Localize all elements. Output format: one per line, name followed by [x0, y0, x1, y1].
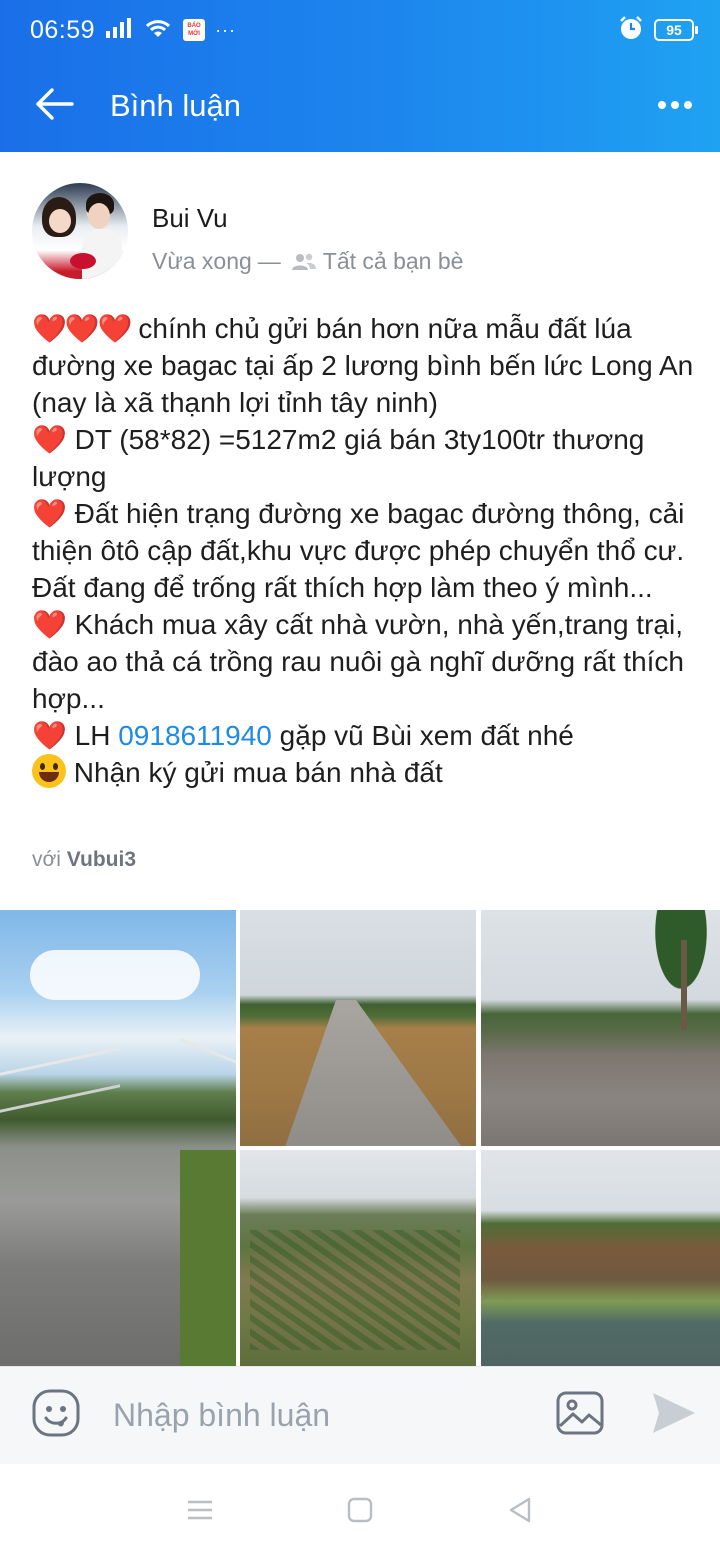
avatar[interactable]: [32, 183, 128, 279]
heart-emoji: ❤️: [32, 609, 67, 640]
photo-gravel-road[interactable]: [240, 910, 476, 1146]
photo-dirt-road-palms[interactable]: [481, 910, 720, 1146]
hearts-emoji: ❤️❤️❤️: [32, 313, 133, 344]
heart-emoji: ❤️: [32, 498, 67, 529]
author-name[interactable]: Bui Vu: [152, 203, 463, 234]
post-text: DT (58*82) =5127m2 giá bán 3ty100tr thươ…: [32, 424, 645, 492]
post-text: Khách mua xây cất nhà vườn, nhà yến,tran…: [32, 609, 684, 714]
back-button[interactable]: [0, 60, 110, 152]
menu-icon: [186, 1498, 214, 1527]
post-paragraph: ❤️ DT (58*82) =5127m2 giá bán 3ty100tr t…: [32, 421, 702, 495]
triangle-back-icon: [507, 1496, 533, 1529]
photo-field[interactable]: [240, 1150, 476, 1366]
post-text: chính chủ gửi bán hơn nữa mẫu đất lúa đư…: [32, 313, 694, 418]
nav-back-button[interactable]: [480, 1472, 560, 1552]
post-time: Vừa xong: [152, 248, 252, 274]
battery-indicator: 95: [654, 19, 698, 41]
more-options-button[interactable]: [630, 60, 720, 152]
alarm-icon: [618, 15, 644, 46]
tagged-prefix: với: [32, 848, 67, 871]
post-paragraph: ❤️ Đất hiện trạng đường xe bagac đường t…: [32, 495, 702, 606]
post-header: Bui Vu Vừa xong — Tất cả bạn bè: [32, 183, 463, 279]
baomoi-app-icon: BÁO MỚI: [183, 19, 206, 41]
post-meta: Vừa xong — Tất cả bạn bè: [152, 248, 463, 275]
tagged-user[interactable]: Vubui3: [67, 848, 136, 871]
emoji-icon: [31, 1388, 81, 1443]
heart-emoji: ❤️: [32, 720, 67, 751]
post-text: LH: [66, 720, 119, 751]
post-body: ❤️❤️❤️ chính chủ gửi bán hơn nữa mẫu đất…: [32, 310, 702, 791]
privacy-label: Tất cả bạn bè: [322, 248, 464, 274]
image-icon: [555, 1390, 605, 1441]
arrow-left-icon: [34, 87, 74, 126]
post-text: Đất hiện trạng đường xe bagac đường thôn…: [32, 498, 685, 603]
post-text: Nhận ký gửi mua bán nhà đất: [66, 757, 443, 788]
author-block: Bui Vu Vừa xong — Tất cả bạn bè: [152, 183, 463, 275]
nav-home-button[interactable]: [320, 1472, 400, 1552]
meta-separator: —: [257, 248, 281, 274]
tagged-with: với Vubui3: [32, 848, 136, 872]
post-paragraph: Nhận ký gửi mua bán nhà đất: [32, 754, 702, 791]
home-square-icon: [347, 1497, 373, 1528]
attach-image-button[interactable]: [533, 1367, 627, 1465]
send-button[interactable]: [626, 1367, 720, 1465]
emoji-button[interactable]: [0, 1367, 113, 1465]
comment-bar: [0, 1366, 720, 1464]
photo-grid: [0, 910, 720, 1366]
grin-emoji-icon: [32, 754, 66, 788]
signal-icon: [105, 17, 133, 44]
send-icon: [649, 1389, 697, 1442]
status-bar: 06:59 BÁO MỚI ··· 95: [0, 0, 720, 60]
page-title: Bình luận: [110, 88, 241, 123]
notification-overflow: ···: [215, 19, 237, 40]
app-bar: Bình luận: [0, 60, 720, 152]
heart-emoji: ❤️: [32, 424, 67, 455]
nav-recents-button[interactable]: [160, 1472, 240, 1552]
wifi-icon: [143, 17, 173, 44]
photo-bridge[interactable]: [0, 910, 236, 1366]
post-paragraph: ❤️❤️❤️ chính chủ gửi bán hơn nữa mẫu đất…: [32, 310, 702, 421]
phone-link[interactable]: 0918611940: [118, 720, 272, 751]
more-horizontal-icon: [657, 97, 693, 115]
post-text: gặp vũ Bùi xem đất nhé: [271, 720, 574, 751]
system-nav-bar: [0, 1464, 720, 1560]
post-paragraph: ❤️ LH 0918611940 gặp vũ Bùi xem đất nhé: [32, 717, 702, 754]
photo-wet-field[interactable]: [481, 1150, 720, 1366]
status-time: 06:59: [30, 15, 96, 44]
comment-input[interactable]: [112, 1385, 533, 1446]
post-paragraph: ❤️ Khách mua xây cất nhà vườn, nhà yến,t…: [32, 606, 702, 717]
friends-icon: [291, 253, 317, 271]
